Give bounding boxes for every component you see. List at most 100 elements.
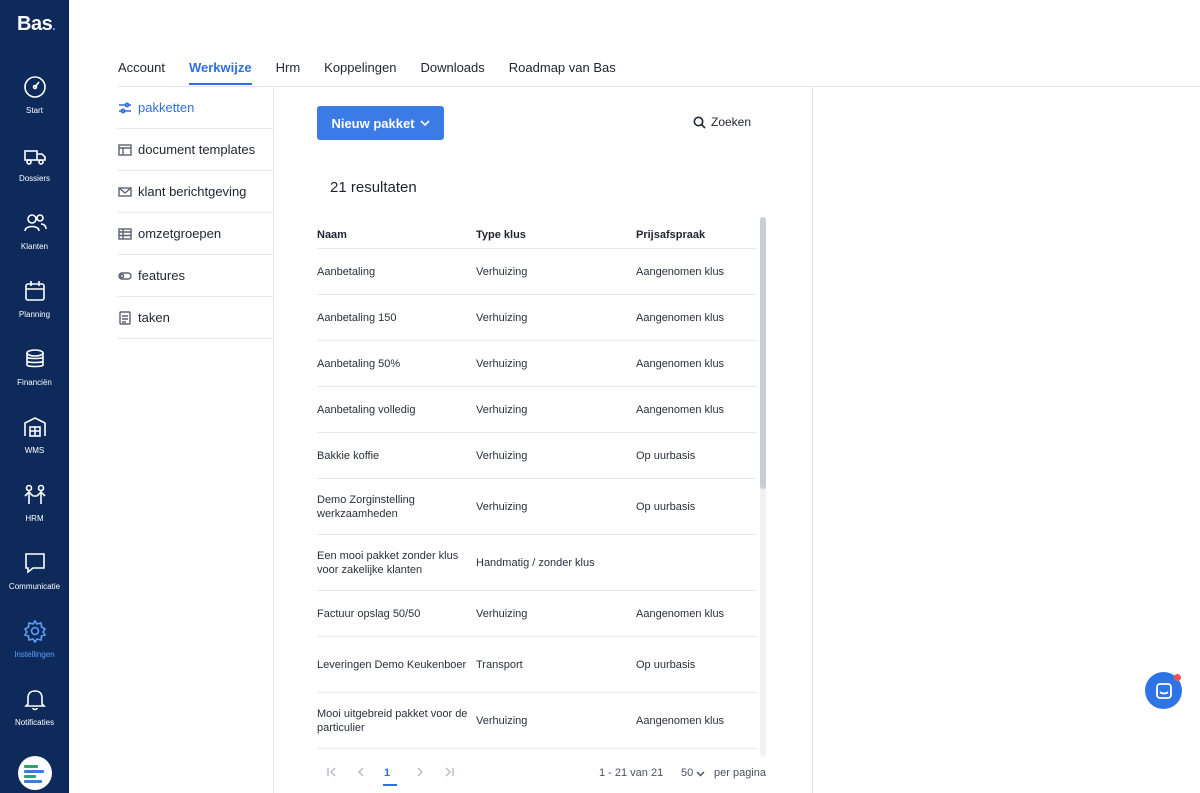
previous-page-icon[interactable] (355, 766, 367, 778)
cell-naam: Aanbetaling 150 (317, 311, 397, 324)
sub-navigation: pakketten document templates klant beric… (118, 87, 273, 339)
subnav-label: document templates (138, 142, 256, 157)
search-button[interactable]: Zoeken (693, 115, 751, 129)
cell-type-klus: Verhuizing (476, 265, 528, 278)
checklist-icon (119, 310, 131, 325)
cell-naam: Mooi uitgebreid pakket voor de particuli… (317, 707, 468, 734)
subnav-item-document-templates[interactable]: document templates (118, 129, 273, 171)
table-row[interactable]: Aanbetaling volledig Verhuizing Aangenom… (317, 387, 757, 433)
rail-item-dossiers[interactable]: Dossiers (0, 142, 69, 198)
cell-type-klus: Verhuizing (476, 449, 528, 462)
avatar[interactable] (18, 756, 52, 790)
subnav-label: omzetgroepen (138, 226, 222, 241)
table-row[interactable]: Aanbetaling 150 Verhuizing Aangenomen kl… (317, 295, 757, 341)
template-icon (118, 143, 132, 156)
column-header-naam[interactable]: Naam (317, 229, 476, 241)
rail-item-label: Instellingen (14, 650, 55, 659)
settings-tabs: Account Werkwijze Hrm Koppelingen Downlo… (118, 60, 640, 85)
rail-item-label: WMS (24, 446, 45, 455)
message-icon (1155, 682, 1172, 699)
table-row[interactable]: Mooi uitgebreid pakket voor de particuli… (317, 693, 757, 749)
cell-type-klus: Verhuizing (476, 357, 528, 370)
rail-item-label: Dossiers (18, 174, 51, 183)
support-chat-button[interactable] (1145, 672, 1182, 709)
subnav-item-klant-berichtgeving[interactable]: klant berichtgeving (118, 171, 273, 213)
cell-type-klus: Verhuizing (476, 500, 528, 513)
rail-item-financien[interactable]: Financiën (0, 346, 69, 402)
rail-item-label: Notificaties (14, 718, 55, 727)
current-page-indicator (383, 784, 397, 786)
table-scrollbar[interactable] (760, 217, 766, 757)
subnav-item-omzetgroepen[interactable]: omzetgroepen (118, 213, 273, 255)
cell-prijsafspraak: Aangenomen klus (636, 403, 725, 416)
rail-item-label: Start (26, 106, 43, 115)
current-page[interactable]: 1 (384, 767, 390, 779)
rail-item-hrm[interactable]: HRM (0, 482, 69, 538)
column-header-type-klus[interactable]: Type klus (476, 229, 636, 241)
cell-type-klus: Verhuizing (476, 403, 528, 416)
table-row[interactable]: Aanbetaling 50% Verhuizing Aangenomen kl… (317, 341, 757, 387)
rail-item-wms[interactable]: WMS (0, 414, 69, 470)
cell-prijsafspraak: Aangenomen klus (636, 714, 725, 727)
toggle-icon (118, 271, 132, 280)
rail-item-label: Planning (18, 310, 51, 319)
subnav-item-features[interactable]: features (118, 255, 273, 297)
table-row[interactable]: Bakkie koffie Verhuizing Op uurbasis (317, 433, 757, 479)
warehouse-icon (23, 417, 46, 437)
detail-divider (812, 87, 813, 793)
subnav-item-taken[interactable]: taken (118, 297, 273, 339)
rail-item-planning[interactable]: Planning (0, 278, 69, 334)
subnav-item-pakketten[interactable]: pakketten (118, 87, 273, 129)
table-row[interactable]: Aanbetaling Verhuizing Aangenomen klus (317, 249, 757, 295)
table-row[interactable]: Een mooi pakket zonder klus voor zakelij… (317, 535, 757, 591)
new-package-button[interactable]: Nieuw pakket (317, 106, 444, 140)
tabs-divider (118, 86, 1200, 87)
results-count: 21 resultaten (330, 179, 417, 196)
table-icon (118, 227, 132, 240)
last-page-icon[interactable] (443, 766, 455, 778)
rail-item-label: HRM (25, 514, 44, 523)
cell-type-klus: Verhuizing (476, 714, 528, 727)
cell-naam: Factuur opslag 50/50 (317, 607, 421, 620)
rail-item-notificaties[interactable]: Notificaties (0, 686, 69, 742)
table-row[interactable]: Demo Zorginstelling werkzaamheden Verhui… (317, 479, 757, 535)
first-page-icon[interactable] (326, 766, 338, 778)
packages-table: Naam Type klus Prijsafspraak Aanbetaling… (317, 222, 757, 749)
tab-koppelingen[interactable]: Koppelingen (324, 60, 396, 85)
per-page-select[interactable]: 50 (681, 767, 705, 779)
rail-item-label: Klanten (20, 242, 49, 251)
next-page-icon[interactable] (414, 766, 426, 778)
cell-prijsafspraak: Aangenomen klus (636, 357, 725, 370)
cell-naam: Aanbetaling (317, 265, 376, 278)
cell-naam: Een mooi pakket zonder klus voor zakelij… (317, 549, 459, 576)
rail-item-klanten[interactable]: Klanten (0, 210, 69, 266)
table-row[interactable]: Leveringen Demo Keukenboer Transport Op … (317, 637, 757, 693)
cell-prijsafspraak: Aangenomen klus (636, 607, 725, 620)
scrollbar-thumb[interactable] (760, 217, 766, 489)
chat-icon (24, 553, 45, 574)
gear-icon (23, 619, 46, 644)
brand-logo[interactable]: Bas. (17, 13, 56, 36)
rail-item-instellingen[interactable]: Instellingen (0, 618, 69, 674)
rail-item-communicatie[interactable]: Communicatie (0, 550, 69, 606)
notification-badge (1174, 674, 1181, 681)
table-row[interactable]: Factuur opslag 50/50 Verhuizing Aangenom… (317, 591, 757, 637)
subnav-label: features (138, 268, 185, 283)
tab-hrm[interactable]: Hrm (276, 60, 301, 85)
column-header-prijsafspraak[interactable]: Prijsafspraak (636, 229, 757, 241)
cell-type-klus: Transport (476, 658, 523, 671)
cell-type-klus: Handmatig / zonder klus (476, 556, 595, 569)
gauge-icon (23, 76, 46, 98)
tab-werkwijze[interactable]: Werkwijze (188, 60, 252, 85)
table-header: Naam Type klus Prijsafspraak (317, 222, 757, 249)
main-sidebar: Bas. Start Dossiers Klanten Planning Fin… (0, 0, 69, 793)
cell-naam: Leveringen Demo Keukenboer (317, 658, 467, 671)
tab-downloads[interactable]: Downloads (420, 60, 484, 85)
rail-item-start[interactable]: Start (0, 74, 69, 130)
tab-roadmap[interactable]: Roadmap van Bas (509, 60, 616, 85)
search-label: Zoeken (711, 115, 752, 129)
cell-naam: Aanbetaling volledig (317, 403, 416, 416)
tab-account[interactable]: Account (118, 60, 165, 85)
cell-naam: Bakkie koffie (317, 449, 380, 462)
rail-item-label: Communicatie (8, 582, 61, 591)
